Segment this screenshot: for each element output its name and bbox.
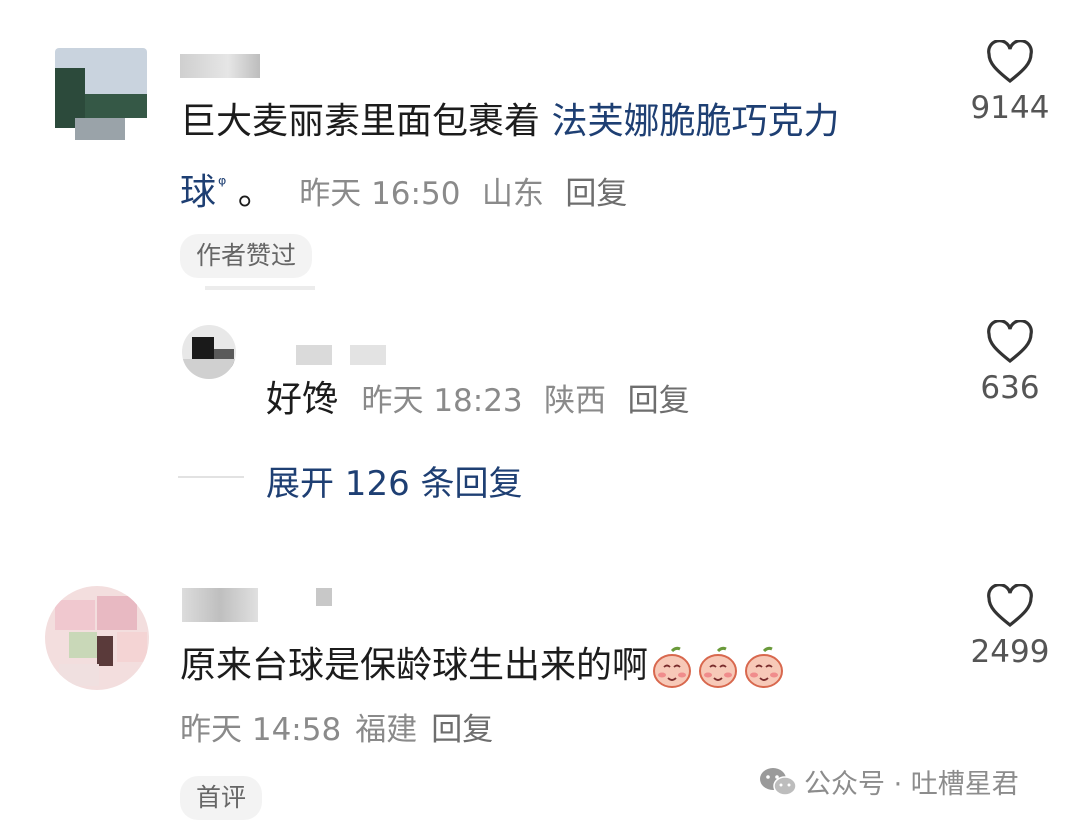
avatar[interactable] — [45, 586, 149, 690]
comment-tail: 。 — [226, 172, 274, 213]
username-blurred-2 — [316, 588, 332, 606]
reply-text-line: 好馋 昨天 18:23 陕西 回复 — [266, 376, 690, 425]
peach-face-emoji — [650, 645, 694, 689]
comment-time: 昨天 14:58 — [180, 712, 342, 748]
comment-text: 原来台球是保龄球生出来的啊 — [180, 642, 786, 690]
watermark-prefix: 公众号 · — [804, 769, 903, 800]
comment-text-continued: 球ᵠ 。 昨天 16:50 山东 回复 — [180, 160, 627, 218]
divider — [205, 286, 315, 290]
watermark-name: 吐槽星君 — [910, 769, 1019, 800]
reply-location: 陕西 — [544, 383, 607, 419]
reply-username-blurred[interactable] — [296, 345, 332, 365]
search-keyword-link-tail[interactable]: 球 — [180, 172, 216, 213]
comment-meta: 昨天 14:58 福建 回复 — [180, 708, 493, 752]
peach-face-emoji — [696, 645, 740, 689]
avatar[interactable] — [55, 48, 147, 140]
like-button[interactable]: 9144 — [965, 40, 1055, 126]
like-count: 9144 — [970, 90, 1050, 126]
like-button[interactable]: 2499 — [965, 584, 1055, 670]
comment-time: 昨天 16:50 — [299, 176, 461, 212]
reply-body: 好馋 — [266, 379, 339, 420]
wechat-icon — [758, 766, 798, 805]
heart-icon — [987, 584, 1033, 628]
username-blurred[interactable] — [180, 54, 260, 78]
reply-button[interactable]: 回复 — [431, 712, 493, 748]
expand-replies-button[interactable]: 展开 126 条回复 — [266, 456, 523, 505]
first-comment-badge: 首评 — [180, 776, 263, 820]
reply-like-button[interactable]: 636 — [965, 320, 1055, 406]
comment-location: 福建 — [355, 712, 418, 748]
comment-text: 巨大麦丽素里面包裹着 法芙娜脆脆巧克力 — [180, 98, 839, 146]
comment-location: 山东 — [481, 176, 544, 212]
heart-icon — [987, 40, 1033, 84]
reply-username-blurred-2 — [350, 345, 386, 365]
author-liked-badge: 作者赞过 — [180, 234, 313, 278]
search-keyword-link[interactable]: 法芙娜脆脆巧克力 — [551, 101, 839, 142]
watermark: 公众号 · 吐槽星君 — [758, 762, 1019, 805]
reply-time: 昨天 18:23 — [361, 383, 523, 419]
comment-body: 原来台球是保龄球生出来的啊 — [180, 645, 649, 686]
username-blurred[interactable] — [182, 588, 258, 622]
reply-like-count: 636 — [980, 370, 1040, 406]
heart-icon — [987, 320, 1033, 364]
like-count: 2499 — [970, 634, 1050, 670]
reply-button[interactable]: 回复 — [565, 176, 627, 212]
reply-reply-button[interactable]: 回复 — [628, 383, 690, 419]
comment-body: 巨大麦丽素里面包裹着 — [180, 101, 552, 142]
expand-divider — [178, 476, 244, 478]
reply-avatar[interactable] — [182, 325, 236, 379]
peach-face-emoji — [742, 645, 786, 689]
